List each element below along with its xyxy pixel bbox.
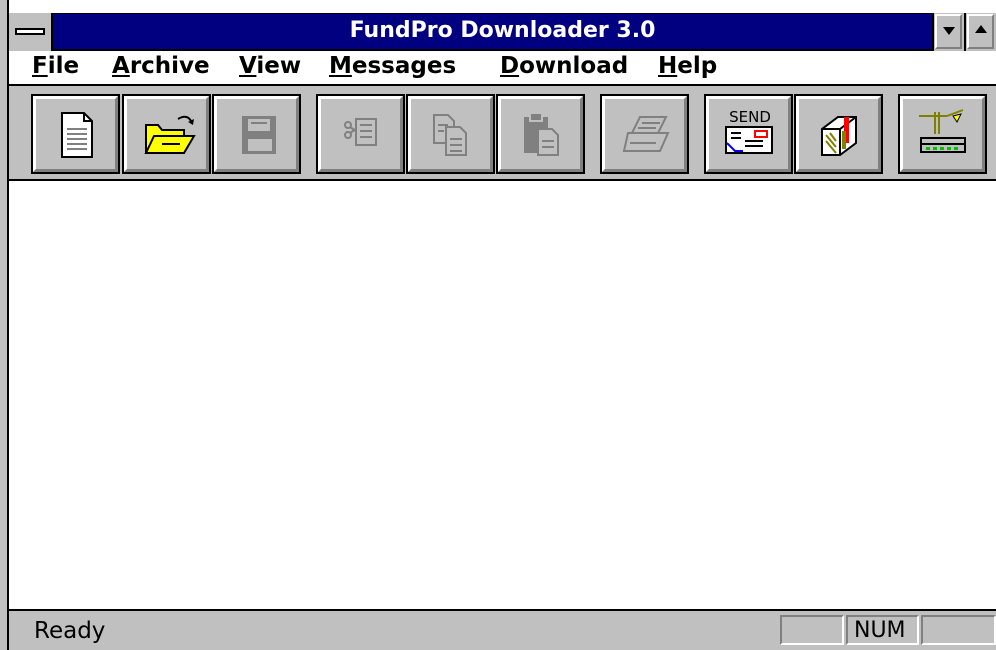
open-button[interactable] (122, 94, 211, 174)
copy-icon (433, 114, 467, 156)
cut-icon (344, 118, 377, 146)
paste-icon (524, 112, 559, 156)
status-panel-scroll (921, 615, 996, 645)
maximize-arrow-icon (975, 25, 987, 33)
save-button[interactable] (212, 94, 301, 174)
menu-file[interactable]: File (32, 53, 79, 79)
window-title: FundPro Downloader 3.0 (349, 18, 656, 43)
maximize-button[interactable] (964, 13, 996, 51)
send-button[interactable]: SEND (704, 94, 793, 174)
cut-button[interactable] (316, 94, 405, 174)
status-text: Ready (34, 618, 106, 644)
paste-button[interactable] (496, 94, 585, 174)
toolbar: SEND (9, 86, 996, 181)
modem-button[interactable] (898, 94, 987, 174)
application-window: FundPro Downloader 3.0 File Archive View… (0, 0, 996, 650)
mailbox-icon (821, 116, 857, 156)
send-envelope-icon: SEND (725, 108, 773, 154)
status-panel-caps (780, 615, 844, 645)
new-button[interactable] (31, 94, 120, 174)
minimize-arrow-icon (943, 27, 955, 35)
menu-messages[interactable]: Messages (329, 53, 456, 79)
menu-archive[interactable]: Archive (112, 53, 210, 79)
menu-help[interactable]: Help (658, 53, 717, 79)
document-area[interactable] (9, 181, 996, 609)
status-bar: Ready NUM (9, 609, 996, 650)
print-button[interactable] (600, 94, 689, 174)
window-left-border[interactable] (0, 0, 9, 650)
menu-view[interactable]: View (239, 53, 301, 79)
open-folder-icon (144, 115, 196, 154)
mailbox-button[interactable] (794, 94, 883, 174)
minimize-button[interactable] (932, 13, 964, 51)
new-document-icon (61, 112, 93, 158)
modem-icon (919, 109, 966, 153)
print-icon (622, 116, 670, 152)
send-label: SEND (729, 108, 771, 126)
menu-download[interactable]: Download (500, 53, 628, 79)
status-panel-num: NUM (846, 615, 919, 645)
copy-button[interactable] (406, 94, 495, 174)
title-bar[interactable]: FundPro Downloader 3.0 (9, 13, 996, 51)
save-disk-icon (242, 116, 276, 154)
menu-bar: File Archive View Messages Download Help (9, 51, 996, 86)
